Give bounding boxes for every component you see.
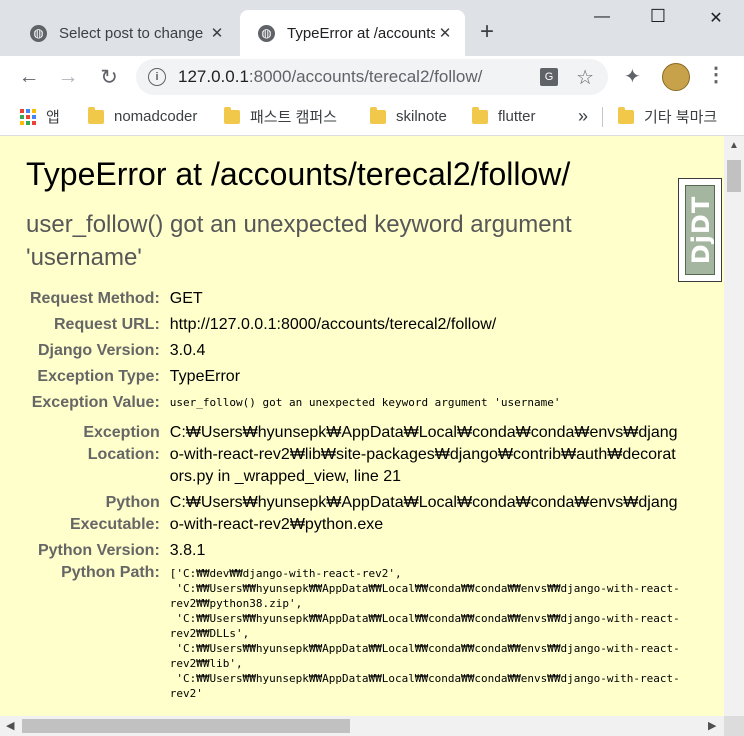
folder-icon [618, 106, 634, 124]
bookmark-other[interactable]: 기타 북마크 [618, 98, 717, 135]
table-row: Exception Value: user_follow() got an un… [30, 392, 680, 418]
meta-label-line: Exception [83, 424, 160, 441]
bookmark-fastcampus[interactable]: 패스트 캠퍼스 [224, 98, 337, 135]
meta-label: Request Method: [30, 290, 160, 307]
menu-icon[interactable]: ⋮ [706, 62, 726, 87]
meta-label: Exception Type: [37, 368, 160, 385]
page-content: TypeError at /accounts/terecal2/follow/ … [0, 136, 724, 716]
folder-icon [370, 106, 386, 124]
info-icon[interactable]: i [148, 68, 166, 86]
scroll-up-icon[interactable]: ▲ [729, 140, 739, 151]
globe-icon: ◍ [258, 24, 275, 42]
url-host: 127.0.0.1 [178, 67, 249, 86]
scroll-right-icon[interactable]: ▶ [708, 719, 716, 732]
bookmarks-bar: 앱 nomadcoder 패스트 캠퍼스 skilnote flutter » … [0, 98, 744, 136]
meta-value: C:₩Users₩hyunsepk₩AppData₩Local₩conda₩co… [169, 424, 678, 485]
close-window-button[interactable]: ✕ [696, 8, 736, 28]
request-meta-table: Request Method: GET Request URL: http://… [30, 288, 680, 701]
maximize-button[interactable]: ☐ [638, 6, 678, 27]
more-bookmarks-button[interactable]: » [578, 98, 588, 135]
folder-icon [88, 106, 104, 124]
debug-toolbar-handle[interactable]: DjDT [678, 178, 722, 282]
table-row: Python Path: ['C:₩₩dev₩₩django-with-reac… [30, 562, 680, 701]
meta-value: GET [169, 290, 203, 307]
bookmark-label: skilnote [396, 108, 447, 125]
meta-label: Exception Location: [30, 418, 170, 488]
scrollbar-corner [724, 716, 744, 736]
scrollbar-thumb[interactable] [727, 160, 741, 192]
meta-value: TypeError [169, 368, 241, 385]
profile-avatar[interactable] [662, 63, 690, 91]
minimize-button[interactable]: — [582, 8, 622, 26]
meta-label: Django Version: [37, 342, 160, 359]
tab-title: TypeError at /accounts/terecal2/follow/ [287, 24, 435, 42]
forward-button[interactable]: → [53, 62, 83, 92]
table-row: Python Executable: C:₩Users₩hyunsepk₩App… [30, 488, 680, 536]
meta-label-line: Executable: [69, 516, 160, 533]
meta-label: Exception Value: [31, 394, 160, 411]
bookmark-flutter[interactable]: flutter [472, 98, 536, 135]
debug-toolbar-label: DjDT [687, 195, 715, 265]
close-tab-icon[interactable]: ✕ [435, 24, 455, 42]
url-path: :8000/accounts/terecal2/follow/ [248, 67, 483, 86]
back-button[interactable]: ← [14, 62, 44, 92]
bookmark-apps[interactable]: 앱 [20, 98, 60, 135]
meta-label: Python Path: [61, 564, 160, 581]
meta-value: http://127.0.0.1:8000/accounts/terecal2/… [169, 316, 497, 333]
page-title: TypeError at /accounts/terecal2/follow/ [26, 156, 571, 192]
bookmark-label: 기타 북마크 [644, 109, 718, 126]
meta-value: user_follow() got an unexpected keyword … [169, 396, 561, 409]
bookmark-label: 패스트 캠퍼스 [250, 109, 337, 126]
extensions-icon[interactable]: ✦ [624, 64, 641, 89]
url-text[interactable]: 127.0.0.1:8000/accounts/terecal2/follow/ [178, 67, 482, 87]
new-tab-button[interactable]: + [480, 20, 494, 44]
exception-summary: user_follow() got an unexpected keyword … [26, 211, 572, 271]
debug-toolbar-badge: DjDT [685, 185, 715, 275]
close-tab-icon[interactable]: ✕ [207, 24, 227, 42]
meta-label-line: Location: [87, 446, 160, 463]
tab-admin[interactable]: ◍ Select post to change | Django site ad… [12, 10, 237, 56]
folder-icon [224, 106, 240, 124]
meta-label: Python Version: [37, 542, 160, 559]
table-row: Request URL: http://127.0.0.1:8000/accou… [30, 314, 680, 340]
scroll-left-icon[interactable]: ◀ [6, 719, 14, 732]
meta-value: ['C:₩₩dev₩₩django-with-react-rev2', 'C:₩… [169, 567, 680, 700]
bookmark-nomadcoder[interactable]: nomadcoder [88, 98, 197, 135]
bookmark-label: flutter [498, 108, 536, 125]
table-row: Exception Location: C:₩Users₩hyunsepk₩Ap… [30, 418, 680, 488]
horizontal-scrollbar[interactable]: ◀ ▶ [0, 716, 724, 736]
meta-label: Request URL: [54, 316, 160, 333]
globe-icon: ◍ [30, 24, 47, 42]
address-bar[interactable]: i 127.0.0.1:8000/accounts/terecal2/follo… [136, 59, 608, 95]
table-row: Request Method: GET [30, 288, 680, 314]
bookmark-label: nomadcoder [114, 108, 198, 125]
meta-value: 3.8.1 [169, 542, 206, 559]
meta-value: 3.0.4 [169, 342, 206, 359]
table-row: Python Version: 3.8.1 [30, 536, 680, 562]
vertical-scrollbar[interactable]: ▲ [724, 136, 744, 716]
bookmark-star-icon[interactable]: ☆ [576, 65, 594, 90]
meta-label: Python Executable: [30, 488, 170, 536]
tab-title: Select post to change | Django site admi… [59, 24, 207, 42]
translate-icon[interactable]: G [540, 68, 558, 86]
meta-label-line: Python [105, 494, 160, 511]
table-row: Exception Type: TypeError [30, 366, 680, 392]
scrollbar-thumb[interactable] [22, 719, 350, 733]
tab-strip: ◍ Select post to change | Django site ad… [0, 0, 744, 56]
bookmark-label: 앱 [46, 109, 60, 126]
bookmark-skilnote[interactable]: skilnote [370, 98, 447, 135]
apps-grid-icon [20, 108, 36, 125]
tab-typeerror[interactable]: ◍ TypeError at /accounts/terecal2/follow… [240, 10, 465, 56]
bookmarks-divider [602, 107, 603, 127]
reload-button[interactable]: ↻ [94, 62, 124, 92]
table-row: Django Version: 3.0.4 [30, 340, 680, 366]
meta-value: C:₩Users₩hyunsepk₩AppData₩Local₩conda₩co… [169, 494, 678, 533]
folder-icon [472, 106, 488, 124]
